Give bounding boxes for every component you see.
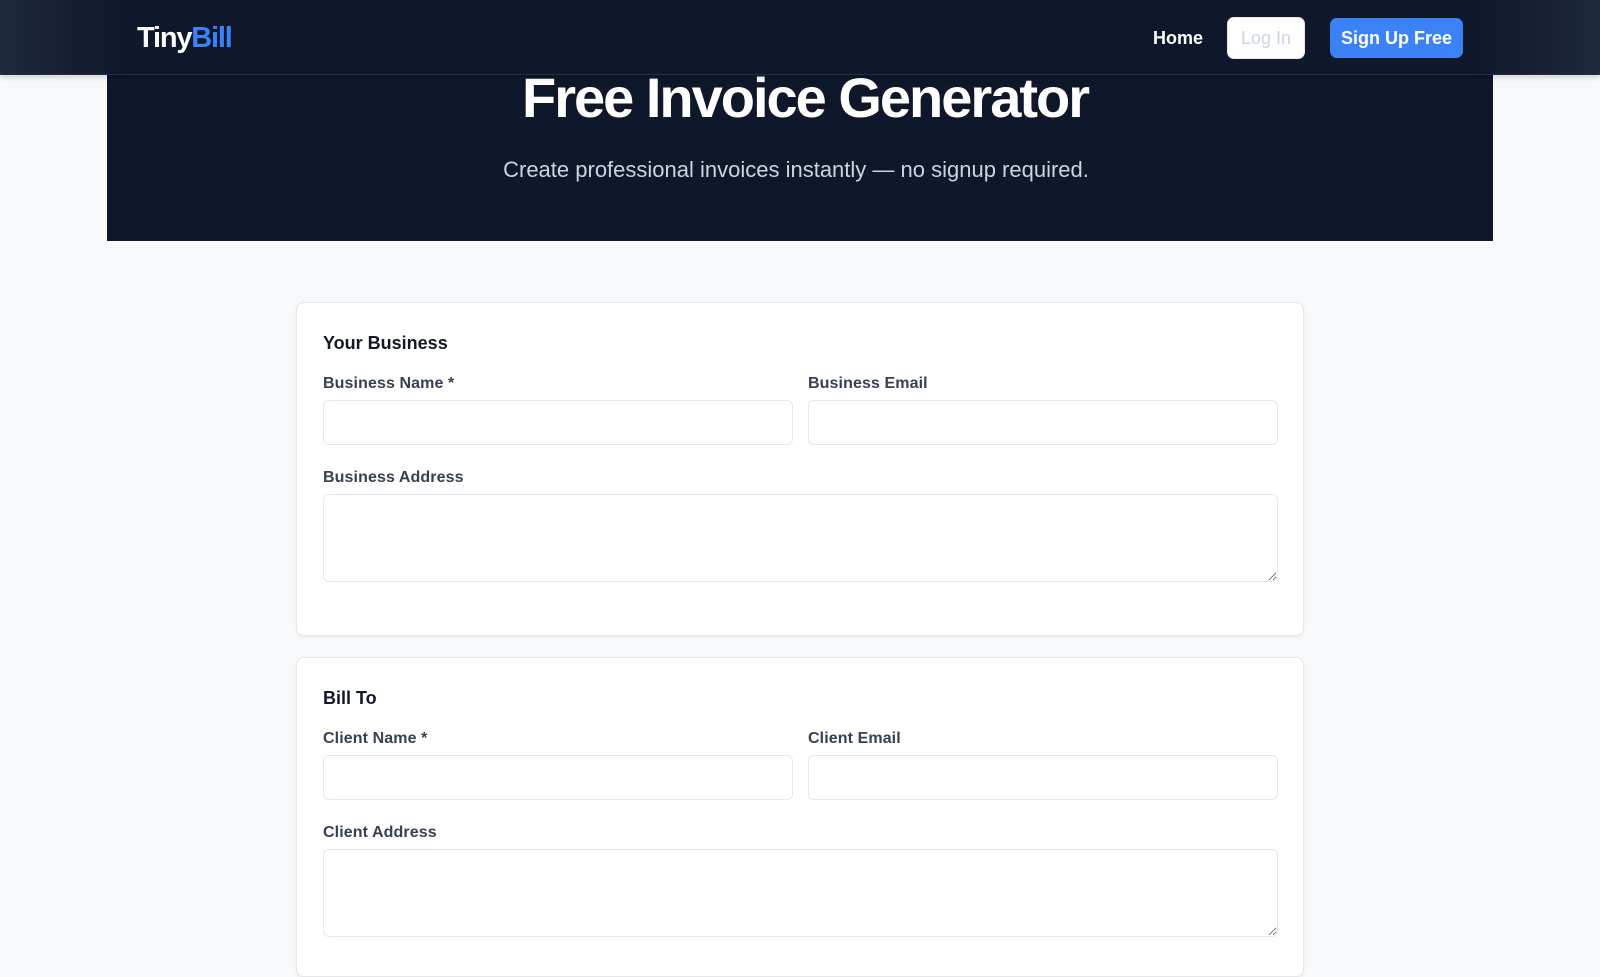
client-address-label: Client Address — [323, 824, 437, 841]
hero-banner: Free Invoice Generator Create profession… — [107, 74, 1493, 241]
client-name-input[interactable] — [323, 755, 793, 800]
business-name-label: Business Name * — [323, 375, 455, 392]
page-subtitle: Create professional invoices instantly —… — [503, 157, 1089, 182]
business-name-input[interactable] — [323, 400, 793, 445]
client-name-label: Client Name * — [323, 730, 428, 747]
top-navigation-bar: TinyBill Home Log In Sign Up Free — [0, 0, 1600, 75]
log-in-button[interactable]: Log In — [1227, 17, 1305, 59]
logo-text-tiny: Tiny — [137, 22, 193, 54]
your-business-card: Your Business Business Name * Business E… — [296, 302, 1304, 636]
your-business-heading: Your Business — [323, 333, 448, 353]
sign-up-free-button[interactable]: Sign Up Free — [1330, 18, 1463, 58]
client-email-label: Client Email — [808, 730, 901, 747]
bill-to-heading: Bill To — [323, 688, 377, 708]
bill-to-card: Bill To Client Name * Client Email Clien… — [296, 657, 1304, 977]
tinybill-logo[interactable]: TinyBill — [137, 19, 233, 57]
business-email-input[interactable] — [808, 400, 1278, 445]
client-email-input[interactable] — [808, 755, 1278, 800]
business-address-label: Business Address — [323, 469, 464, 486]
nav-home-link[interactable]: Home — [1153, 25, 1203, 51]
page-title: Free Invoice Generator — [521, 74, 1090, 124]
business-email-label: Business Email — [808, 375, 928, 392]
client-address-textarea[interactable] — [323, 849, 1278, 937]
business-address-textarea[interactable] — [323, 494, 1278, 582]
logo-text-bill: Bill — [191, 22, 233, 54]
